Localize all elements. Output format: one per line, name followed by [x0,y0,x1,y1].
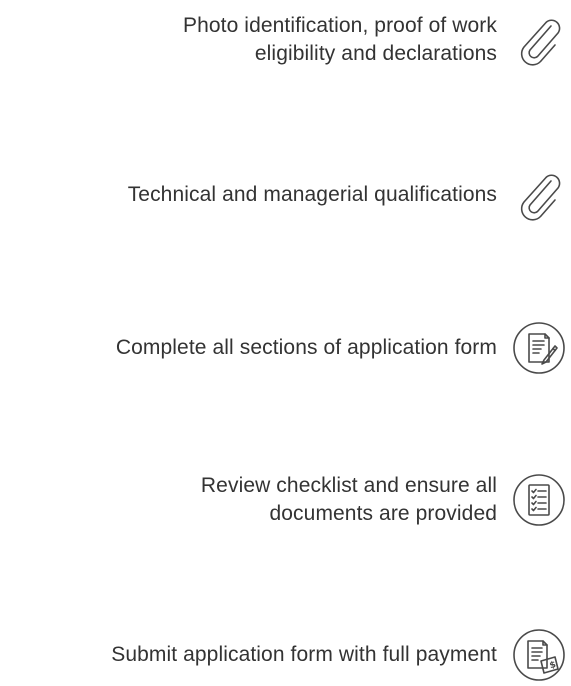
step-qualifications: Technical and managerial qualifications [0,165,571,225]
paperclip-icon [511,167,567,223]
document-payment-icon: $ [511,627,567,683]
step-complete-form: Complete all sections of application for… [0,318,571,378]
checklist-icon [511,472,567,528]
document-edit-icon [511,320,567,376]
step-label: Complete all sections of application for… [116,334,497,362]
step-label-line: eligibility and declarations [254,42,497,65]
step-label-line: Submit application form with full paymen… [111,643,497,666]
step-label-line: documents are provided [269,502,497,525]
step-label-line: Photo identification, proof of work [182,14,497,37]
step-submit-payment: Submit application form with full paymen… [0,625,571,685]
step-label: Submit application form with full paymen… [111,641,497,669]
paperclip-icon [511,12,567,68]
step-label-line: Complete all sections of application for… [115,336,497,359]
step-label: Review checklist and ensure all document… [201,472,497,528]
step-review-checklist: Review checklist and ensure all document… [0,470,571,530]
step-photo-identification: Photo identification, proof of work elig… [0,10,571,70]
step-label-line: Technical and managerial qualifications [127,183,497,206]
step-label: Photo identification, proof of work elig… [183,12,497,68]
step-label-line: Review checklist and ensure all [200,474,497,497]
step-label: Technical and managerial qualifications [128,181,497,209]
